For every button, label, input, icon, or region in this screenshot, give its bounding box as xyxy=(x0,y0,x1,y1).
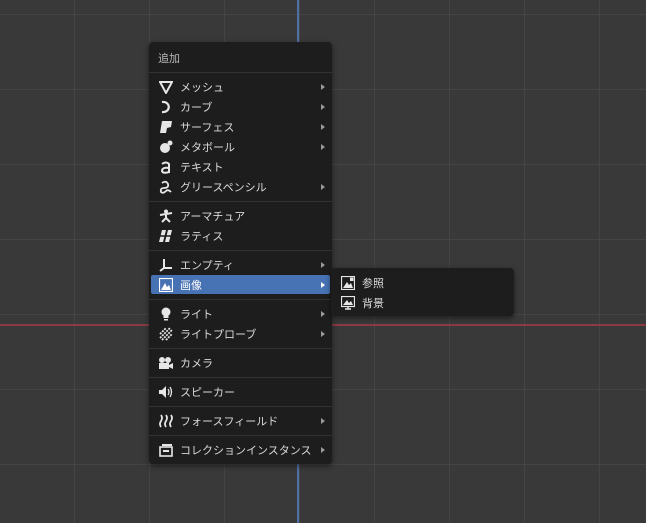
menu-item-label: グリースペンシル xyxy=(180,180,267,194)
menu-item-armature[interactable]: アーマチュア xyxy=(151,206,330,225)
submenu-arrow-icon xyxy=(321,281,325,288)
menu-item-label: ラティス xyxy=(180,229,224,243)
menu-item-label: テキスト xyxy=(180,160,224,174)
submenu-arrow-icon xyxy=(321,103,325,110)
menu-item-curve[interactable]: カーブ xyxy=(151,97,330,116)
menu-separator xyxy=(149,299,332,300)
submenu-item-label: 背景 xyxy=(362,296,384,310)
submenu-arrow-icon xyxy=(321,83,325,90)
submenu-arrow-icon xyxy=(321,183,325,190)
menu-item-label: サーフェス xyxy=(180,120,235,134)
image-background-icon xyxy=(339,294,357,312)
menu-item-collection-instance[interactable]: コレクションインスタンス xyxy=(151,440,330,459)
submenu-arrow-icon xyxy=(321,143,325,150)
submenu-arrow-icon xyxy=(321,310,325,317)
light-icon xyxy=(157,305,175,323)
menu-separator xyxy=(149,348,332,349)
image-submenu: 参照 背景 xyxy=(331,268,514,316)
menu-item-metaball[interactable]: メタボール xyxy=(151,137,330,156)
menu-title: 追加 xyxy=(158,52,180,65)
armature-icon xyxy=(157,207,175,225)
menu-item-force-field[interactable]: フォースフィールド xyxy=(151,411,330,430)
text-icon xyxy=(157,158,175,176)
menu-item-lattice[interactable]: ラティス xyxy=(151,226,330,245)
menu-item-camera[interactable]: カメラ xyxy=(151,353,330,372)
submenu-item-background[interactable]: 背景 xyxy=(333,293,512,312)
menu-item-label: メッシュ xyxy=(180,80,224,94)
speaker-icon xyxy=(157,383,175,401)
menu-separator xyxy=(149,250,332,251)
menu-item-label: アーマチュア xyxy=(180,209,246,223)
force-field-icon xyxy=(157,412,175,430)
menu-item-label: スピーカー xyxy=(180,385,235,399)
surface-icon xyxy=(157,118,175,136)
menu-item-label: エンプティ xyxy=(180,258,235,272)
submenu-arrow-icon xyxy=(321,123,325,130)
menu-item-empty[interactable]: エンプティ xyxy=(151,255,330,274)
grease-pencil-icon xyxy=(157,178,175,196)
curve-icon xyxy=(157,98,175,116)
submenu-arrow-icon xyxy=(321,330,325,337)
menu-separator xyxy=(149,377,332,378)
menu-item-surface[interactable]: サーフェス xyxy=(151,117,330,136)
add-menu: 追加 メッシュ カーブ サーフェス メタボール テキスト グリースペンシル アー… xyxy=(149,42,332,464)
lattice-icon xyxy=(157,227,175,245)
submenu-arrow-icon xyxy=(321,446,325,453)
submenu-item-label: 参照 xyxy=(362,276,384,290)
menu-item-label: カーブ xyxy=(180,100,213,114)
menu-separator xyxy=(149,406,332,407)
image-reference-icon xyxy=(339,274,357,292)
menu-item-speaker[interactable]: スピーカー xyxy=(151,382,330,401)
menu-item-image[interactable]: 画像 xyxy=(151,275,330,294)
menu-item-label: メタボール xyxy=(180,140,235,154)
metaball-icon xyxy=(157,138,175,156)
menu-separator xyxy=(149,201,332,202)
mesh-icon xyxy=(157,78,175,96)
menu-item-label: フォースフィールド xyxy=(180,414,279,428)
menu-item-label: カメラ xyxy=(180,356,213,370)
light-probe-icon xyxy=(157,325,175,343)
menu-item-light-probe[interactable]: ライトプローブ xyxy=(151,324,330,343)
menu-item-text[interactable]: テキスト xyxy=(151,157,330,176)
menu-item-label: コレクションインスタンス xyxy=(180,443,312,457)
menu-item-label: ライト xyxy=(180,307,213,321)
submenu-arrow-icon xyxy=(321,261,325,268)
submenu-item-reference[interactable]: 参照 xyxy=(333,273,512,292)
collection-instance-icon xyxy=(157,441,175,459)
menu-item-label: ライトプローブ xyxy=(180,327,257,341)
submenu-arrow-icon xyxy=(321,417,325,424)
menu-item-grease-pencil[interactable]: グリースペンシル xyxy=(151,177,330,196)
menu-separator xyxy=(149,435,332,436)
menu-item-mesh[interactable]: メッシュ xyxy=(151,77,330,96)
menu-separator xyxy=(149,72,332,73)
menu-item-label: 画像 xyxy=(180,278,202,292)
menu-item-light[interactable]: ライト xyxy=(151,304,330,323)
camera-icon xyxy=(157,354,175,372)
image-icon xyxy=(157,276,175,294)
empty-icon xyxy=(157,256,175,274)
